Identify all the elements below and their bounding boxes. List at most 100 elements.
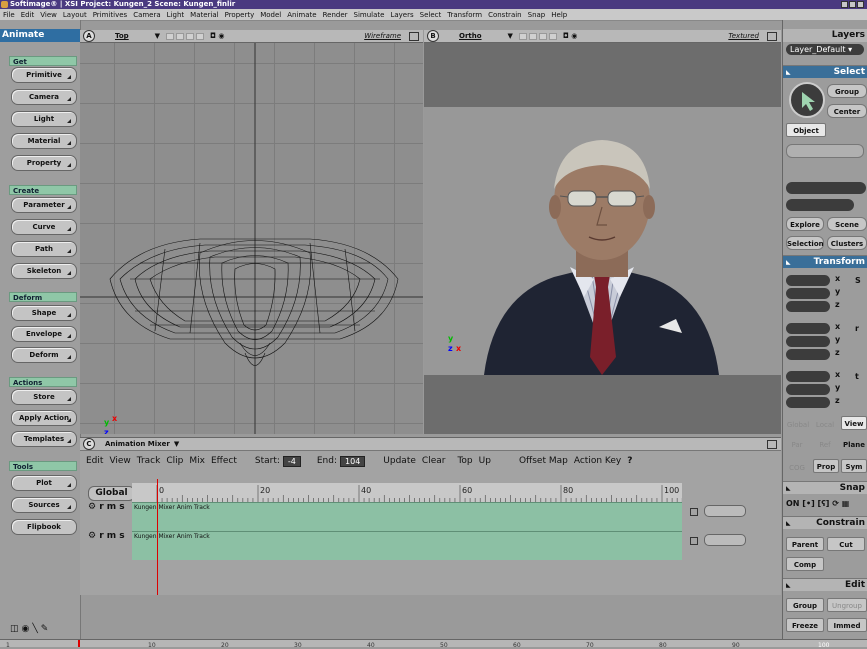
menu-model[interactable]: Model xyxy=(260,11,281,19)
transform-y-field[interactable] xyxy=(786,288,830,299)
track-weight-checkbox[interactable] xyxy=(690,537,698,545)
wireframe-view[interactable]: yxz xyxy=(80,43,423,434)
menu-snap[interactable]: Snap xyxy=(528,11,546,19)
menu-primitives[interactable]: Primitives xyxy=(93,11,127,19)
section-actions[interactable]: Actions xyxy=(9,377,77,387)
group-button[interactable]: Group xyxy=(786,598,824,612)
menu-render[interactable]: Render xyxy=(323,11,348,19)
apply-action-button[interactable]: Apply Action xyxy=(11,410,77,426)
property-button[interactable]: Property xyxy=(11,155,77,171)
selection-name-field[interactable] xyxy=(786,199,854,211)
maximize-button[interactable] xyxy=(849,1,856,8)
freeze-button[interactable]: Freeze xyxy=(786,618,824,632)
menu-select[interactable]: Select xyxy=(420,11,442,19)
plane-ref-button[interactable]: Plane xyxy=(841,438,867,452)
viewport-letter[interactable]: A xyxy=(83,30,95,42)
deform-button[interactable]: Deform xyxy=(11,347,77,363)
transform-header[interactable]: ◣ Transform xyxy=(783,255,867,268)
menu-view[interactable]: View xyxy=(40,11,57,19)
menu-property[interactable]: Property xyxy=(225,11,255,19)
mixer-track[interactable]: Kungen Mixer Anim Track xyxy=(132,531,682,560)
menu-material[interactable]: Material xyxy=(190,11,218,19)
parent-button[interactable]: Parent xyxy=(786,537,824,551)
edit-header[interactable]: ◣ Edit xyxy=(783,578,867,591)
light-button[interactable]: Light xyxy=(11,111,77,127)
end-field[interactable]: 104 xyxy=(340,455,366,467)
explore-button[interactable]: Explore xyxy=(786,217,824,231)
sources-button[interactable]: Sources xyxy=(11,497,77,513)
menu-transform[interactable]: Transform xyxy=(447,11,482,19)
start-field[interactable]: -4 xyxy=(282,455,301,467)
group-select-button[interactable]: Group xyxy=(827,84,867,98)
sym-button[interactable]: Sym xyxy=(841,459,867,473)
offset-map-button[interactable]: Offset Map xyxy=(519,456,568,466)
close-button[interactable] xyxy=(857,1,864,8)
textured-view[interactable]: yzx xyxy=(424,43,781,434)
transform-mode-s[interactable]: S xyxy=(855,276,861,285)
section-create[interactable]: Create xyxy=(9,185,77,195)
store-button[interactable]: Store xyxy=(11,389,77,405)
prop-button[interactable]: Prop xyxy=(813,459,839,473)
menu-view[interactable]: View xyxy=(109,456,130,466)
chevron-down-icon[interactable]: ▼ xyxy=(174,440,179,448)
track-flags[interactable]: ⚙ r m s xyxy=(88,502,125,512)
snap-grid-icon[interactable]: ▦ xyxy=(842,499,850,508)
selection-field[interactable] xyxy=(786,182,866,194)
menu-file[interactable]: File xyxy=(3,11,15,19)
menu-layers[interactable]: Layers xyxy=(390,11,413,19)
primitive-button[interactable]: Primitive xyxy=(11,67,77,83)
snap-header[interactable]: ◣ Snap xyxy=(783,481,867,494)
transform-mode-t[interactable]: t xyxy=(855,372,859,381)
up-button[interactable]: Up xyxy=(479,456,491,466)
menu-mix[interactable]: Mix xyxy=(189,456,205,466)
pencil-icon[interactable]: ✎ xyxy=(41,624,49,634)
menu-constrain[interactable]: Constrain xyxy=(488,11,522,19)
view-ref-button[interactable]: View xyxy=(841,416,867,430)
selection-button[interactable]: Selection xyxy=(786,236,824,250)
help-button[interactable]: ? xyxy=(627,456,632,466)
transform-x-field[interactable] xyxy=(786,323,830,334)
cut-button[interactable]: Cut xyxy=(827,537,865,551)
ungroup-button[interactable]: Ungroup xyxy=(827,598,867,612)
viewport-a[interactable]: A Top ▼ ◘ ◉ Wireframe y x z xyxy=(80,30,423,434)
camera-button[interactable]: Camera xyxy=(11,89,77,105)
clusters-button[interactable]: Clusters xyxy=(827,236,867,250)
viewport-camera-name[interactable]: Ortho xyxy=(459,32,482,40)
snap-point-icon[interactable]: [•] xyxy=(802,499,814,508)
collapse-icon[interactable]: ◣ xyxy=(786,579,791,592)
collapse-icon[interactable]: ◣ xyxy=(786,517,791,530)
menu-layout[interactable]: Layout xyxy=(63,11,87,19)
maximize-mixer-icon[interactable] xyxy=(767,439,777,449)
path-button[interactable]: Path xyxy=(11,241,77,257)
templates-button[interactable]: Templates xyxy=(11,431,77,447)
menu-animate[interactable]: Animate xyxy=(287,11,316,19)
immed-button[interactable]: Immed xyxy=(827,618,867,632)
shape-button[interactable]: Shape xyxy=(11,305,77,321)
curve-button[interactable]: Curve xyxy=(11,219,77,235)
transform-z-field[interactable] xyxy=(786,349,830,360)
collapse-icon[interactable]: ◣ xyxy=(786,256,791,269)
transform-z-field[interactable] xyxy=(786,301,830,312)
track-weight-slider[interactable] xyxy=(704,505,746,517)
local-ref-button[interactable]: Local xyxy=(813,418,837,432)
mixer-playhead[interactable] xyxy=(157,479,158,595)
material-button[interactable]: Material xyxy=(11,133,77,149)
flipbook-button[interactable]: Flipbook xyxy=(11,519,77,535)
menu-simulate[interactable]: Simulate xyxy=(354,11,385,19)
comp-button[interactable]: Comp xyxy=(786,557,824,571)
par-ref-button[interactable]: Par xyxy=(785,438,809,452)
section-get[interactable]: Get xyxy=(9,56,77,66)
camera-view-icon[interactable]: ◘ ◉ xyxy=(210,32,224,40)
transform-z-field[interactable] xyxy=(786,397,830,408)
display-mode[interactable]: Wireframe xyxy=(364,32,401,40)
global-button[interactable]: Global xyxy=(88,486,135,501)
transform-x-field[interactable] xyxy=(786,275,830,286)
track-flags[interactable]: ⚙ r m s xyxy=(88,531,125,541)
chevron-down-icon[interactable]: ▼ xyxy=(508,32,513,40)
transform-x-field[interactable] xyxy=(786,371,830,382)
mixer-letter[interactable]: C xyxy=(83,438,95,450)
menu-effect[interactable]: Effect xyxy=(211,456,237,466)
menu-clip[interactable]: Clip xyxy=(166,456,183,466)
menu-edit[interactable]: Edit xyxy=(21,11,35,19)
parameter-button[interactable]: Parameter xyxy=(11,197,77,213)
